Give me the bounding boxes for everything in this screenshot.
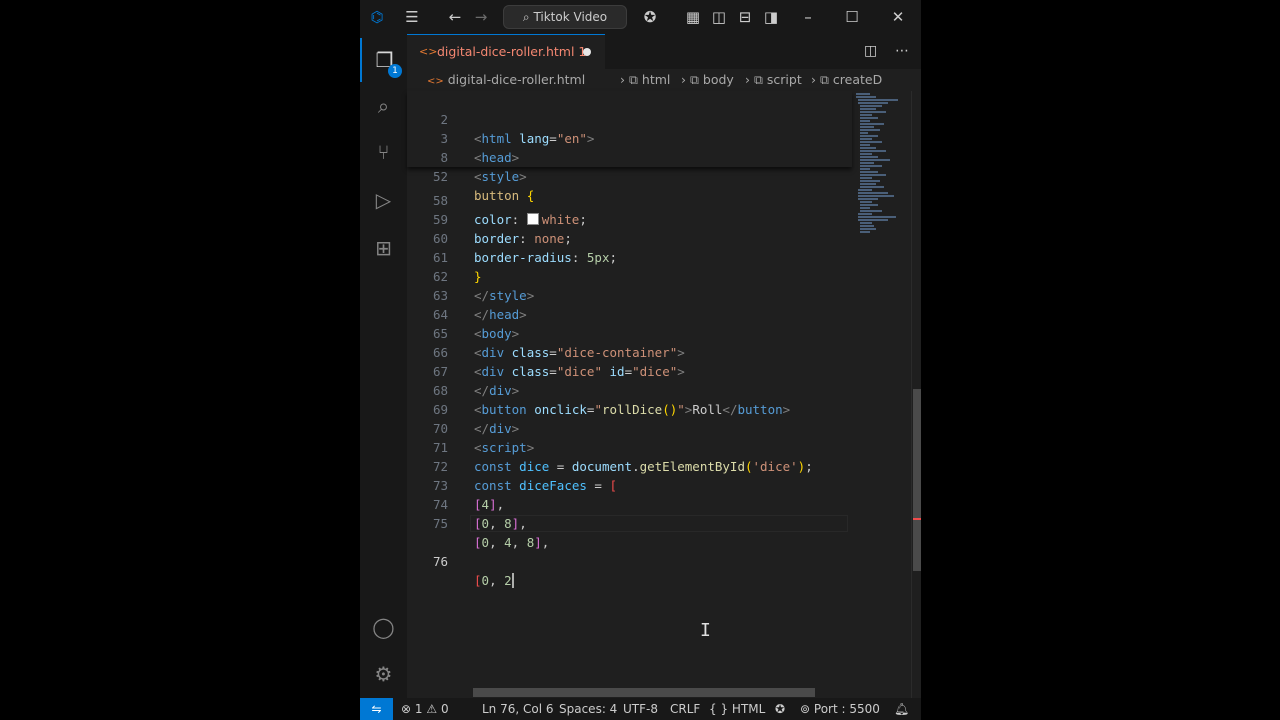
title-bar: ⌬ ☰ ← → ⌕ Tiktok Video ✪ ▦ ◫ ⊟ ◨ – ☐ ✕ [360,0,921,34]
more-actions-icon[interactable]: ⋯ [895,43,909,59]
minimize-icon[interactable]: – [796,0,820,34]
settings-gear-icon[interactable]: ⚙ [360,652,407,696]
toggle-sidebar-icon[interactable]: ◫ [708,0,730,34]
code-line: 72 const diceFaces = [ [432,459,618,493]
code-line: 65 <div class="dice-container"> [432,326,685,360]
element-icon: ⧉ [628,72,638,87]
accounts-icon[interactable]: ◯ [360,605,407,649]
code-line: 68 <button onclick="rollDice()">Roll</bu… [432,383,791,417]
code-line: 52 button { [432,169,535,203]
code-line: 2 <html lang="en"> [440,112,595,146]
code-line: 64 <body> [432,307,520,341]
warning-icon: ⚠ [426,702,438,716]
breadcrumb-item-html[interactable]: › ⧉ html [620,69,670,91]
code-line: 66 <div class="dice" id="dice"> [432,345,685,379]
code-line: 74 [0, 8], [432,497,527,531]
vscode-window: ⌬ ☰ ← → ⌕ Tiktok Video ✪ ▦ ◫ ⊟ ◨ – ☐ ✕ ❐… [360,0,921,720]
braces-icon: { } [709,702,729,716]
text-cursor-icon: I [700,620,711,641]
search-text: Tiktok Video [533,10,608,24]
toggle-secondary-sidebar-icon[interactable]: ◨ [760,0,782,34]
breadcrumb: <> digital-dice-roller.html › ⧉ html › ⧉… [407,69,921,91]
copilot-status-icon[interactable]: ✪ [775,698,785,720]
code-line: 70 <script> [432,421,535,455]
indentation[interactable]: Spaces: 4 [559,698,617,720]
error-icon: ⊗ [401,702,412,716]
breadcrumb-item-script[interactable]: › ⧉ script [745,69,802,91]
status-bar: ⇋ ⊗ 1 ⚠ 0 Ln 76, Col 6 Spaces: 4 UTF-8 C… [360,698,921,720]
search-icon: ⌕ [522,10,530,24]
line-ending[interactable]: CRLF [670,698,700,720]
code-line: 62 </style> [432,269,535,303]
toggle-panel-icon[interactable]: ⊟ [734,0,756,34]
vscode-logo-icon: ⌬ [370,8,384,26]
source-control-icon[interactable]: ⑂ [360,130,407,174]
code-line: 8 <style> [440,150,527,184]
html-file-icon: <> [427,76,444,87]
run-debug-icon[interactable]: ▷ [360,178,407,222]
code-line: 69 </div> [432,402,520,436]
text-caret [511,573,514,588]
editor-tabs: <> digital-dice-roller.html 1 ◫ ⋯ [407,34,921,69]
tab-digital-dice-roller[interactable]: <> digital-dice-roller.html 1 [407,34,605,69]
back-arrow-icon[interactable]: ← [444,0,466,34]
breadcrumb-file[interactable]: <> digital-dice-roller.html [427,69,585,93]
html-file-icon: <> [419,45,438,58]
live-server-port[interactable]: ⊚ Port : 5500 [800,698,880,720]
code-line: 63 </head> [432,288,527,322]
vertical-scrollbar[interactable] [911,91,921,698]
explorer-icon[interactable]: ❐ 1 [360,38,407,82]
element-icon: ⧉ [689,72,699,87]
search-icon[interactable]: ⌕ [360,84,407,128]
notifications-bell-icon[interactable]: 🔔︎ [894,698,909,720]
extensions-icon[interactable]: ⊞ [360,226,407,270]
explorer-badge: 1 [388,64,402,78]
minimap[interactable] [852,91,911,698]
split-editor-icon[interactable]: ◫ [864,43,877,59]
close-icon[interactable]: ✕ [886,0,910,34]
element-icon: ⧉ [819,72,829,87]
breadcrumb-item-created[interactable]: › ⧉ createD [811,69,882,91]
remote-icon[interactable]: ⇋ [360,698,393,720]
tab-filename: digital-dice-roller.html [437,44,575,59]
code-line: 3 <head> [440,131,520,165]
copilot-icon[interactable]: ✪ [638,0,662,34]
command-center-search[interactable]: ⌕ Tiktok Video [503,5,627,29]
code-editor[interactable]: 2 <html lang="en"> 3 <head> 8 <style> 52… [407,91,852,698]
language-mode[interactable]: { } HTML [709,698,765,720]
code-line: 75 [0, 4, 8], [432,516,550,550]
encoding[interactable]: UTF-8 [623,698,658,720]
sticky-scroll[interactable]: 2 <html lang="en"> 3 <head> 8 <style> 52… [407,91,852,203]
unsaved-dot-icon[interactable] [583,48,591,56]
code-line: 73 [4], [432,478,505,512]
cursor-position[interactable]: Ln 76, Col 6 [482,698,554,720]
forward-arrow-icon[interactable]: → [470,0,492,34]
customize-layout-icon[interactable]: ▦ [682,0,704,34]
problems-status[interactable]: ⊗ 1 ⚠ 0 [401,698,449,720]
broadcast-icon: ⊚ [800,702,811,716]
vertical-scroll-thumb[interactable] [913,389,921,571]
code-line-current: 76 [0, 2 [407,514,852,588]
code-line: 71 const dice = document.getElementById(… [432,440,813,474]
breadcrumb-item-body[interactable]: › ⧉ body [681,69,734,91]
code-line: 67 </div> [432,364,520,398]
code-line: 61 } [432,250,482,284]
horizontal-scrollbar[interactable] [473,688,815,697]
maximize-icon[interactable]: ☐ [840,0,864,34]
element-icon: ⧉ [753,72,763,87]
code-line: 60 border-radius: 5px; [432,231,618,265]
activity-bar: ❐ 1 ⌕ ⑂ ▷ ⊞ ◯ ⚙ [360,34,407,698]
menu-icon[interactable]: ☰ [400,0,424,34]
error-marker [913,518,921,520]
